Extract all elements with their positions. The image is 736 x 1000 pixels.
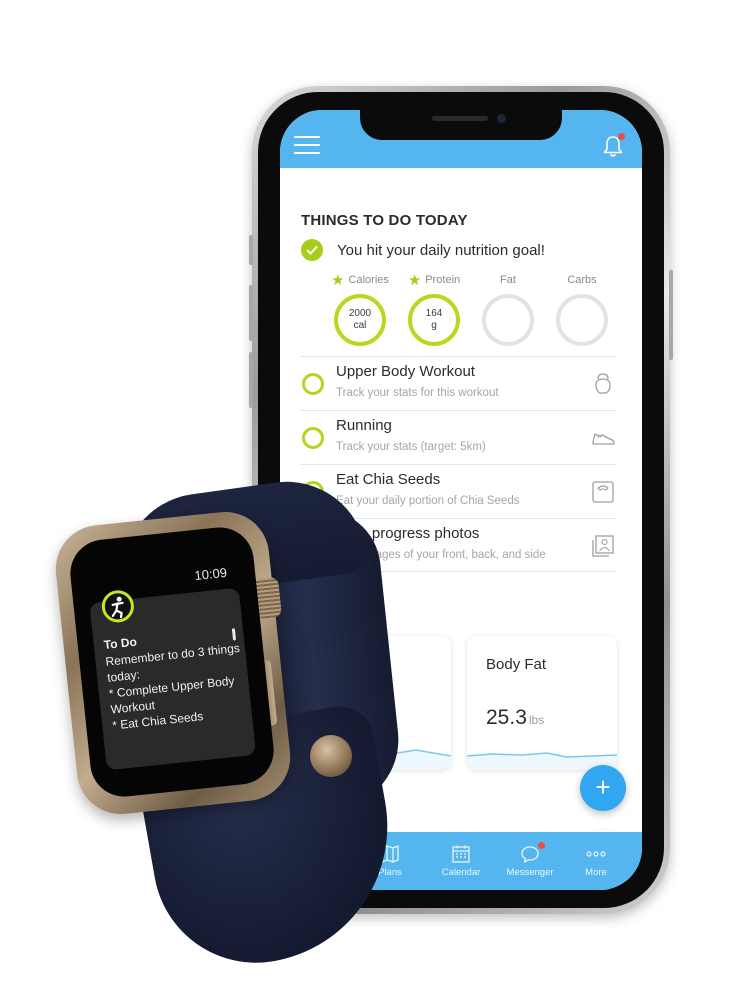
phone-volume-up-button	[249, 285, 253, 341]
watch-notification[interactable]: To Do Remember to do 3 things today: * C…	[89, 587, 257, 771]
macro-value: 164	[425, 308, 443, 319]
task-title: Upper Body Workout	[336, 363, 475, 380]
macro-fat[interactable]: Fat	[478, 272, 538, 346]
watch-notification-body: Remember to do 3 things today: * Complet…	[104, 640, 241, 733]
goal-message: You hit your daily nutrition goal!	[337, 241, 545, 259]
tab-more[interactable]: More	[566, 844, 626, 878]
task-item[interactable]: Running Track your stats (target: 5km)	[300, 410, 616, 464]
task-subtitle: Eat your daily portion of Chia Seeds	[336, 495, 520, 507]
progress-card-body-fat[interactable]: Body Fat 25.3 lbs	[467, 636, 617, 770]
section-title-today: THINGS TO DO TODAY	[301, 212, 468, 229]
phone-power-button	[669, 270, 673, 360]
strap-stud	[310, 735, 352, 777]
app-header	[280, 110, 642, 168]
scale-icon	[592, 481, 614, 503]
phone-volume-down-button	[249, 352, 253, 408]
card-title: Body Fat	[486, 656, 547, 673]
kettlebell-icon	[595, 373, 611, 394]
task-item[interactable]: Upper Body Workout Track your stats for …	[300, 356, 616, 410]
messenger-badge	[538, 842, 545, 849]
macro-value: 2000	[348, 308, 372, 319]
sneaker-icon	[592, 433, 615, 445]
body-fat-value: 25.3	[486, 706, 527, 729]
macro-ring: 2000 cal	[334, 294, 386, 346]
notification-badge	[618, 133, 625, 140]
phone-notch	[360, 110, 562, 140]
app-logo-icon	[100, 588, 136, 624]
more-dots-icon	[586, 851, 606, 857]
macro-carbs[interactable]: Carbs	[552, 272, 612, 346]
macro-label: Carbs	[567, 274, 597, 286]
task-title: Running	[336, 417, 392, 434]
macro-ring	[556, 294, 608, 346]
front-camera	[497, 114, 506, 123]
macro-calories[interactable]: ★ Calories 2000 cal	[330, 272, 390, 346]
speaker-grille	[432, 116, 488, 121]
macro-protein[interactable]: ★ Protein 164 g	[404, 272, 464, 346]
hamburger-menu-icon[interactable]	[294, 136, 320, 156]
macro-unit: g	[431, 320, 437, 331]
bell-icon[interactable]	[602, 133, 625, 158]
macro-label: Fat	[500, 274, 516, 286]
watch-screen: 10:09 To Do Remember to do 3 things toda…	[67, 524, 277, 800]
tab-label: Plans	[378, 867, 402, 878]
macro-rings: ★ Calories 2000 cal ★ Protein 164 g Fat Carb…	[330, 272, 620, 352]
tab-messenger[interactable]: Messenger	[500, 842, 560, 878]
tab-calendar[interactable]: Calendar	[431, 844, 491, 878]
task-checkbox[interactable]	[302, 427, 324, 449]
tab-label: Messenger	[506, 867, 554, 878]
macro-label: Protein	[425, 274, 461, 286]
star-icon: ★	[331, 271, 345, 289]
body-fat-sparkline	[467, 752, 617, 770]
add-button[interactable]: +	[580, 765, 626, 811]
macro-unit: cal	[353, 320, 367, 331]
watch-time: 10:09	[193, 564, 228, 584]
watch-notification-title: To Do	[103, 634, 138, 652]
checkmark-icon	[301, 239, 323, 261]
chat-bubble-icon	[521, 846, 539, 863]
card-value: 25.3 lbs	[486, 706, 544, 730]
macro-label: Calories	[348, 274, 389, 286]
tab-label: Calendar	[441, 867, 481, 878]
calendar-icon	[452, 845, 470, 863]
photo-icon	[592, 535, 614, 557]
tab-label: More	[585, 867, 607, 878]
task-title: Eat Chia Seeds	[336, 471, 441, 488]
macro-ring	[482, 294, 534, 346]
nutrition-goal-row: You hit your daily nutrition goal!	[301, 239, 545, 261]
task-subtitle: Track your stats (target: 5km)	[336, 441, 486, 453]
task-checkbox[interactable]	[302, 373, 324, 395]
phone-mute-switch	[249, 235, 253, 265]
watch-scroll-indicator	[231, 628, 237, 641]
task-subtitle: Track your stats for this workout	[336, 387, 499, 399]
star-icon: ★	[407, 271, 422, 289]
macro-ring: 164 g	[408, 294, 460, 346]
body-fat-unit: lbs	[528, 713, 545, 727]
